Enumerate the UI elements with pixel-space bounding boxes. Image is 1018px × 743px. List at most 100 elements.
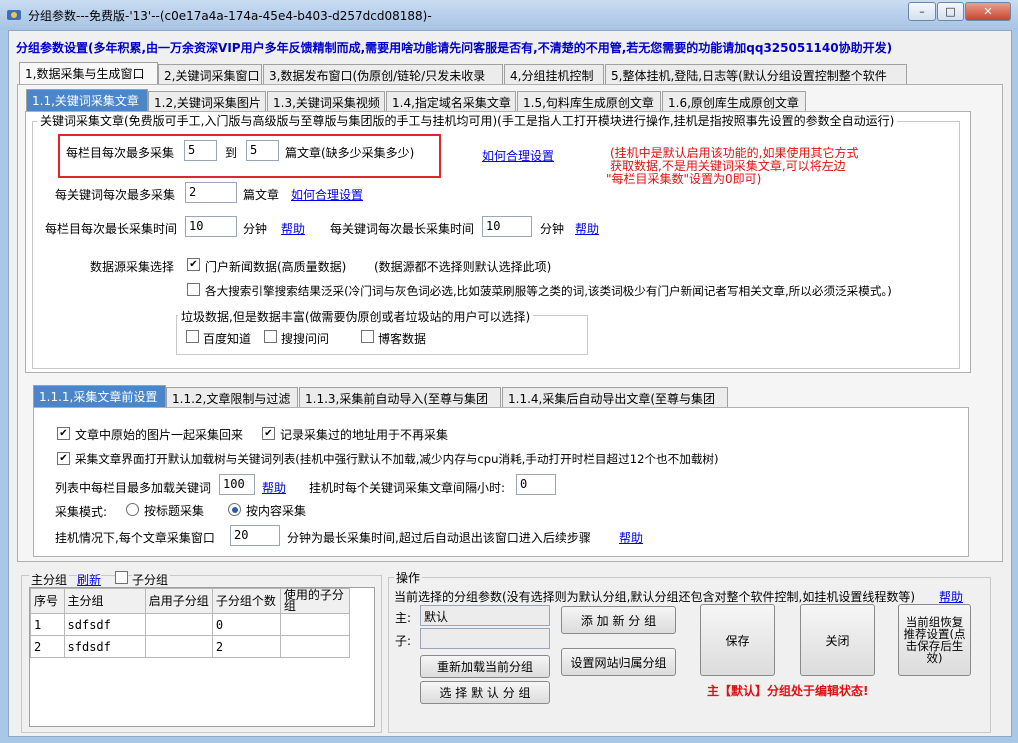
operations-title: 操作 (394, 569, 423, 586)
mode-content-label: 按内容采集 (246, 504, 307, 518)
junk-soso-checkbox[interactable] (264, 330, 277, 343)
table-cell: 1 (30, 613, 65, 636)
record-url-label: 记录采集过的地址用于不再采集 (280, 428, 449, 442)
tab-overall[interactable]: 5,整体挂机,登陆,日志等(默认分组设置控制整个软件 (605, 64, 907, 85)
per-keyword-unit: 篇文章 (243, 188, 280, 202)
load-tree-label: 采集文章界面打开默认加载树与关键词列表(挂机中强行默认不加载,减少内存与cpu消… (75, 452, 719, 466)
column-header-enable-sub[interactable]: 启用子分组 (144, 588, 213, 614)
table-cell (144, 635, 213, 658)
main-group-field-label: 主: (395, 611, 412, 625)
load-tree-checkbox[interactable]: ✔ (57, 452, 70, 465)
tab-keyword-images[interactable]: 1.2,关键词采集图片 (148, 91, 266, 112)
junk-soso-label: 搜搜问问 (281, 332, 330, 346)
column-header-used-sub[interactable]: 使用的子分组 (279, 588, 351, 614)
keyword-time-help-link[interactable]: 帮助 (575, 220, 599, 237)
table-cell: sfdsdf (63, 635, 146, 658)
max-keyword-label: 列表中每栏目最多加载关键词 (55, 481, 212, 495)
per-column-min-input[interactable]: 5 (184, 140, 217, 161)
column-time-label: 每栏目每次最长采集时间 (45, 222, 178, 236)
add-group-button[interactable]: 添 加 新 分 组 (561, 606, 676, 634)
red-note-line-3: "每栏目采集数"设置为0即可) (606, 172, 762, 186)
column-time-input[interactable]: 10 (185, 216, 237, 237)
minimize-button[interactable]: – (908, 2, 936, 21)
tab-pre-collect-settings[interactable]: 1.1.1,采集文章前设置 (33, 385, 166, 408)
mode-content-radio[interactable] (228, 503, 241, 516)
close-dialog-button[interactable]: 关闭 (800, 604, 875, 676)
sub-group-label: 子分组 (132, 571, 171, 588)
record-url-checkbox[interactable]: ✔ (262, 427, 275, 440)
main-group-title: 主分组 (29, 571, 70, 588)
table-row[interactable]: 2 sfdsdf 2 (30, 635, 351, 658)
group-table: 序号 主分组 启用子分组 子分组个数 使用的子分组 1 sdfsdf 0 2 s… (30, 588, 351, 658)
how-to-set-link[interactable]: 如何合理设置 (482, 147, 554, 164)
operations-help-link[interactable]: 帮助 (939, 588, 963, 605)
close-button[interactable]: ✕ (965, 2, 1011, 21)
junk-data-title: 垃圾数据,但是数据丰富(做需要伪原创或者垃圾站的用户可以选择) (178, 308, 534, 325)
main-group-field[interactable]: 默认 (420, 605, 550, 626)
collect-images-label: 文章中原始的图片一起采集回来 (75, 428, 244, 442)
table-cell: 2 (211, 635, 281, 658)
reload-group-button[interactable]: 重新加载当前分组 (420, 655, 550, 678)
interval-label: 挂机时每个关键词采集文章间隔小时: (309, 481, 506, 495)
tab-pre-import[interactable]: 1.1.3,采集前自动导入(至尊与集团 (299, 387, 501, 408)
tab-keyword-videos[interactable]: 1.3,关键词采集视频 (267, 91, 385, 112)
per-keyword-how-link[interactable]: 如何合理设置 (291, 186, 363, 203)
keyword-time-label: 每关键词每次最长采集时间 (330, 222, 475, 236)
table-header-row: 序号 主分组 启用子分组 子分组个数 使用的子分组 (30, 588, 351, 614)
app-icon (7, 10, 21, 20)
maximize-button[interactable]: □ (937, 2, 964, 21)
banner-text: 分组参数设置(多年积累,由一万余资深VIP用户多年反馈精制而成,需要用啥功能请先… (16, 41, 893, 55)
junk-baidu-checkbox[interactable] (186, 330, 199, 343)
tab-publish[interactable]: 3,数据发布窗口(伪原创/链轮/只发未收录 (263, 64, 503, 85)
timeout-help-link[interactable]: 帮助 (619, 529, 643, 546)
group-table-container: 序号 主分组 启用子分组 子分组个数 使用的子分组 1 sdfsdf 0 2 s… (29, 587, 375, 727)
collect-images-checkbox[interactable]: ✔ (57, 427, 70, 440)
source-portal-note: (数据源都不选择则默认选择此项) (374, 260, 552, 274)
per-column-unit: 篇文章(缺多少采集多少) (285, 146, 415, 160)
table-cell (279, 613, 351, 636)
sub-group-field[interactable] (420, 628, 550, 649)
tab-sentence-original[interactable]: 1.5,句料库生成原创文章 (517, 91, 661, 112)
column-header-main-group[interactable]: 主分组 (63, 588, 146, 614)
save-button[interactable]: 保存 (700, 604, 775, 676)
tab-article-filter[interactable]: 1.1.2,文章限制与过滤 (166, 387, 298, 408)
source-search-label: 各大搜索引擎搜索结果泛采(冷门词与灰色词必选,比如菠菜刷服等之类的词,该类词极少… (205, 284, 892, 298)
junk-baidu-label: 百度知道 (203, 332, 252, 346)
tab-domain-articles[interactable]: 1.4,指定域名采集文章 (386, 91, 516, 112)
per-column-max-input[interactable]: 5 (246, 140, 279, 161)
table-row[interactable]: 1 sdfsdf 0 (30, 613, 351, 636)
tab-library-original[interactable]: 1.6,原创库生成原创文章 (662, 91, 806, 112)
tab-hangup-control[interactable]: 4,分组挂机控制 (504, 64, 604, 85)
column-header-index[interactable]: 序号 (30, 588, 65, 614)
refresh-link[interactable]: 刷新 (77, 571, 102, 588)
radio-selected-dot (231, 506, 238, 513)
per-keyword-label: 每关键词每次最多采集 (55, 188, 176, 202)
max-keyword-input[interactable]: 100 (219, 474, 255, 495)
interval-input[interactable]: 0 (516, 474, 556, 495)
mode-title-label: 按标题采集 (144, 504, 205, 518)
tab-post-export[interactable]: 1.1.4,采集后自动导出文章(至尊与集团 (502, 387, 728, 408)
source-search-checkbox[interactable] (187, 283, 200, 296)
groupbox-title: 关键词采集文章(免费版可手工,入门版与高级版与至尊版与集团版的手工与挂机均可用)… (37, 112, 898, 129)
sub-group-checkbox[interactable] (115, 571, 128, 584)
per-keyword-input[interactable]: 2 (185, 182, 237, 203)
timeout-input[interactable]: 20 (230, 525, 280, 546)
keyword-time-input[interactable]: 10 (482, 216, 532, 237)
site-group-button[interactable]: 设置网站归属分组 (561, 648, 676, 676)
select-default-group-button[interactable]: 选 择 默 认 分 组 (420, 681, 550, 704)
column-header-sub-count[interactable]: 子分组个数 (211, 588, 281, 614)
edit-status-text: 主【默认】分组处于编辑状态! (707, 684, 869, 698)
source-select-label: 数据源采集选择 (90, 260, 175, 274)
column-time-help-link[interactable]: 帮助 (281, 220, 305, 237)
restore-recommended-button[interactable]: 当前组恢复推荐设置(点击保存后生效) (898, 604, 971, 676)
table-cell (279, 635, 351, 658)
tab-keyword-collection[interactable]: 2,关键词采集窗口 (158, 64, 262, 85)
keyword-time-unit: 分钟 (540, 222, 565, 236)
tab-data-collection[interactable]: 1,数据采集与生成窗口 (19, 62, 158, 85)
source-portal-checkbox[interactable]: ✔ (187, 258, 200, 271)
max-keyword-help-link[interactable]: 帮助 (262, 479, 286, 496)
mode-label: 采集模式: (55, 505, 108, 519)
tab-keyword-articles[interactable]: 1.1,关键词采集文章 (26, 89, 148, 112)
mode-title-radio[interactable] (126, 503, 139, 516)
junk-blog-checkbox[interactable] (361, 330, 374, 343)
